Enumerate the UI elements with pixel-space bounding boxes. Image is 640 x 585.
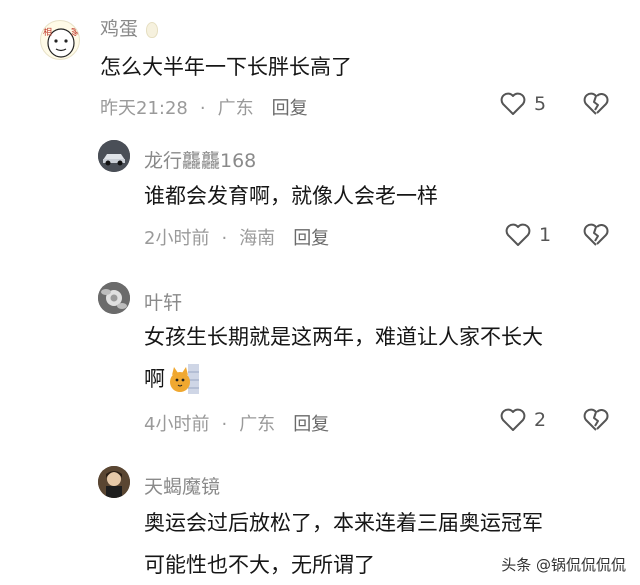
comment-author[interactable]: 天蝎魔镜 — [144, 472, 220, 499]
comment-location: 广东 — [239, 414, 276, 435]
comment-text: 谁都会发育啊，就像人会老一样 — [144, 184, 438, 208]
dislike-button[interactable] — [583, 408, 609, 436]
like-button[interactable]: 5 — [500, 92, 546, 116]
avatar[interactable] — [98, 466, 130, 498]
svg-text:相: 相 — [43, 26, 52, 38]
like-count: 2 — [534, 409, 547, 431]
comment-text: 女孩生长期就是这两年，难道让人家不长大 啊 — [144, 316, 543, 400]
avatar[interactable] — [98, 140, 130, 172]
comment-time: 昨天21:28 — [100, 98, 188, 119]
svg-text:家: 家 — [71, 26, 80, 38]
comment-location: 广东 — [217, 98, 254, 119]
like-button[interactable]: 1 — [505, 223, 551, 247]
comment-meta: 4小时前 · 广东 回复 — [144, 414, 330, 435]
comment-text: 怎么大半年一下长胖长高了 — [100, 55, 352, 79]
broken-heart-icon — [583, 408, 609, 431]
reply-button[interactable]: 回复 — [293, 414, 329, 435]
reply-button[interactable]: 回复 — [272, 98, 308, 119]
avatar[interactable]: 相 家 — [40, 20, 80, 60]
watermark: 头条 @锅侃侃侃侃 — [497, 552, 630, 577]
reply-button[interactable]: 回复 — [293, 228, 329, 249]
heart-icon — [500, 92, 526, 115]
like-button[interactable]: 2 — [500, 408, 546, 432]
comment-meta: 昨天21:28 · 广东 回复 — [100, 98, 308, 119]
like-count: 5 — [534, 93, 547, 115]
comment-author[interactable]: 龙行龘龘168 — [144, 146, 256, 173]
broken-heart-icon — [583, 92, 609, 115]
like-count: 1 — [539, 224, 552, 246]
egg-icon — [146, 21, 159, 38]
comment-time: 4小时前 — [144, 414, 210, 435]
comment-text: 奥运会过后放松了，本来连着三届奥运冠军 可能性也不大，无所谓了 — [144, 511, 543, 577]
peeking-cat-sticker-icon — [169, 364, 199, 394]
comment-meta: 2小时前 · 海南 回复 — [144, 228, 330, 249]
heart-icon — [505, 223, 531, 246]
comment-author[interactable]: 鸡蛋 — [100, 14, 159, 41]
heart-icon — [500, 408, 526, 431]
dislike-button[interactable] — [583, 92, 609, 120]
comment-author[interactable]: 叶轩 — [144, 288, 182, 315]
dislike-button[interactable] — [583, 223, 609, 251]
comment-location: 海南 — [239, 228, 276, 249]
comment-time: 2小时前 — [144, 228, 210, 249]
avatar[interactable] — [98, 282, 130, 314]
broken-heart-icon — [583, 223, 609, 246]
